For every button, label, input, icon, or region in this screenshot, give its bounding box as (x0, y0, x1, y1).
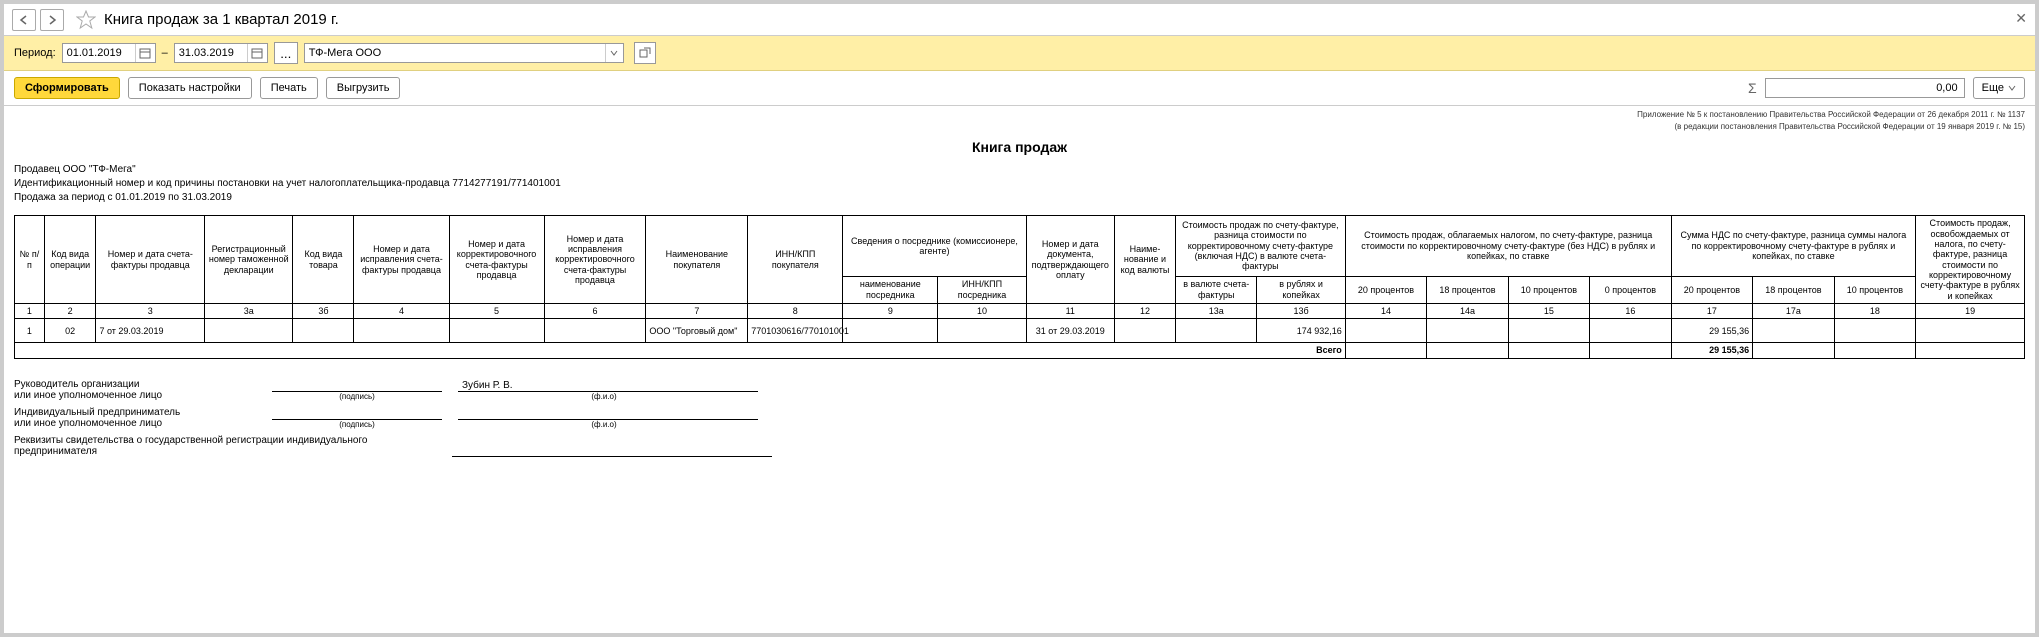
th-9g: Сведения о посреднике (комиссионере, аге… (843, 216, 1026, 276)
th-13g: Стоимость продаж по счету-фактуре, разни… (1176, 216, 1346, 276)
th-9: наименование посредника (843, 276, 938, 303)
titlebar: Книга продаж за 1 квартал 2019 г. ✕ (4, 4, 2035, 36)
calendar-icon[interactable] (135, 44, 155, 62)
th-11: Номер и дата документа, подтвержда­ющего… (1026, 216, 1114, 304)
th-16: 0 процентов (1590, 276, 1672, 303)
nav-back-button[interactable] (12, 9, 36, 31)
th-6: Номер и дата исправления корректиро­вочн… (544, 216, 646, 304)
nav-forward-button[interactable] (40, 9, 64, 31)
period-label: Период: (14, 47, 56, 59)
sig-head-1: Руководитель организации (14, 379, 264, 390)
window-title: Книга продаж за 1 квартал 2019 г. (104, 11, 339, 28)
th-17g: Сумма НДС по счету-фактуре, разница сумм… (1671, 216, 1915, 276)
total-label: Всего (15, 343, 1346, 358)
column-numbers-row: 1233а3б 45678 910111213а 13б1414а1516 17… (15, 303, 2025, 318)
arrow-right-icon (47, 15, 57, 25)
arrow-left-icon (19, 15, 29, 25)
open-external-button[interactable] (634, 42, 656, 64)
th-13b: в рублях и копейках (1257, 276, 1345, 303)
th-3: Номер и дата счета-фактуры продавца (96, 216, 205, 304)
date-to-input[interactable] (175, 44, 247, 62)
th-3b: Код вида товара (293, 216, 354, 304)
chevron-down-icon (2008, 85, 2016, 91)
th-7: Наименование покупателя (646, 216, 748, 304)
th-12: Наиме­нование и код валюты (1114, 216, 1175, 304)
sum-field[interactable]: 0,00 (1765, 78, 1965, 98)
th-2: Код вида опера­ции (44, 216, 96, 304)
total-row: Всего 29 155,36 (15, 343, 2025, 358)
th-19: Стоимость продаж, освобождаемых от налог… (1916, 216, 2025, 304)
toolbar: Сформировать Показать настройки Печать В… (4, 71, 2035, 106)
sig-ip-2: или иное уполномоченное лицо (14, 418, 264, 429)
sig-fio: (ф.и.о) (450, 392, 758, 401)
close-button[interactable]: ✕ (2015, 10, 2027, 27)
date-from-field[interactable] (62, 43, 156, 63)
org-input[interactable] (305, 44, 605, 62)
sig-rekv: Реквизиты свидетельства о государственно… (14, 435, 444, 457)
th-4: Номер и дата исправления счета-фактуры п… (354, 216, 449, 304)
decree-note-1: Приложение № 5 к постановлению Правитель… (14, 110, 2025, 120)
cell-buyer: ООО "Торговый дом" (646, 319, 748, 343)
sigma-icon: Σ (1748, 80, 1757, 96)
sig-head-2: или иное уполномоченное лицо (14, 390, 264, 401)
sig-name: Зубин Р. В. (458, 380, 758, 392)
th-15: 10 процентов (1508, 276, 1589, 303)
th-14g: Стоимость продаж, облагаемых налогом, по… (1345, 216, 1671, 276)
date-dash: – (162, 47, 168, 59)
calendar-icon[interactable] (247, 44, 267, 62)
date-to-field[interactable] (174, 43, 268, 63)
cell-n: 1 (15, 319, 45, 343)
th-18: 10 процентов (1834, 276, 1916, 303)
cell-doc: 31 от 29.03.2019 (1026, 319, 1114, 343)
filter-bar: Период: – ... (4, 36, 2035, 71)
th-14: 20 процентов (1345, 276, 1426, 303)
th-17a: 18 процентов (1753, 276, 1834, 303)
show-settings-button[interactable]: Показать настройки (128, 77, 252, 99)
seller-line: Продавец ООО "ТФ-Мега" (14, 163, 2025, 177)
th-13a: в валюте счета-фактуры (1176, 276, 1257, 303)
signatures-block: Руководитель организации или иное уполно… (14, 379, 2025, 457)
th-8: ИНН/КПП покупателя (748, 216, 843, 304)
table-row[interactable]: 1 02 7 от 29.03.2019 ООО "Торговый дом" … (15, 319, 2025, 343)
cell-sf: 7 от 29.03.2019 (96, 319, 205, 343)
period-picker-button[interactable]: ... (274, 42, 298, 64)
th-5: Номер и дата корректиро­вочного счета-фа… (449, 216, 544, 304)
cell-sum-rub: 174 932,16 (1257, 319, 1345, 343)
export-button[interactable]: Выгрузить (326, 77, 401, 99)
sales-book-table: № п/п Код вида опера­ции Номер и дата сч… (14, 215, 2025, 358)
cell-vat20: 29 155,36 (1671, 319, 1752, 343)
total-vat20: 29 155,36 (1671, 343, 1752, 358)
th-14a: 18 процентов (1427, 276, 1508, 303)
print-button[interactable]: Печать (260, 77, 318, 99)
form-button[interactable]: Сформировать (14, 77, 120, 99)
sig-ip-1: Индивидуальный предприниматель (14, 407, 264, 418)
report-area[interactable]: Приложение № 5 к постановлению Правитель… (4, 106, 2035, 635)
th-10: ИНН/КПП посредника (938, 276, 1026, 303)
inn-line: Идентификационный номер и код причины по… (14, 177, 2025, 191)
report-title: Книга продаж (14, 139, 2025, 155)
th-1: № п/п (15, 216, 45, 304)
th-17: 20 процентов (1671, 276, 1752, 303)
cell-inn: 7701030616/770101001 (748, 319, 843, 343)
more-label: Еще (1982, 82, 2004, 94)
more-button[interactable]: Еще (1973, 77, 2025, 99)
sig-podpis: (подпись) (264, 392, 450, 401)
org-field[interactable] (304, 43, 624, 63)
th-3a: Регистрацио­нный номер таможенной деклар… (205, 216, 293, 304)
decree-note-2: (в редакции постановления Правительства … (14, 122, 2025, 132)
dropdown-icon[interactable] (605, 44, 623, 62)
date-from-input[interactable] (63, 44, 135, 62)
period-line: Продажа за период с 01.01.2019 по 31.03.… (14, 191, 2025, 205)
cell-code: 02 (44, 319, 96, 343)
favorite-star-icon[interactable] (76, 10, 96, 30)
